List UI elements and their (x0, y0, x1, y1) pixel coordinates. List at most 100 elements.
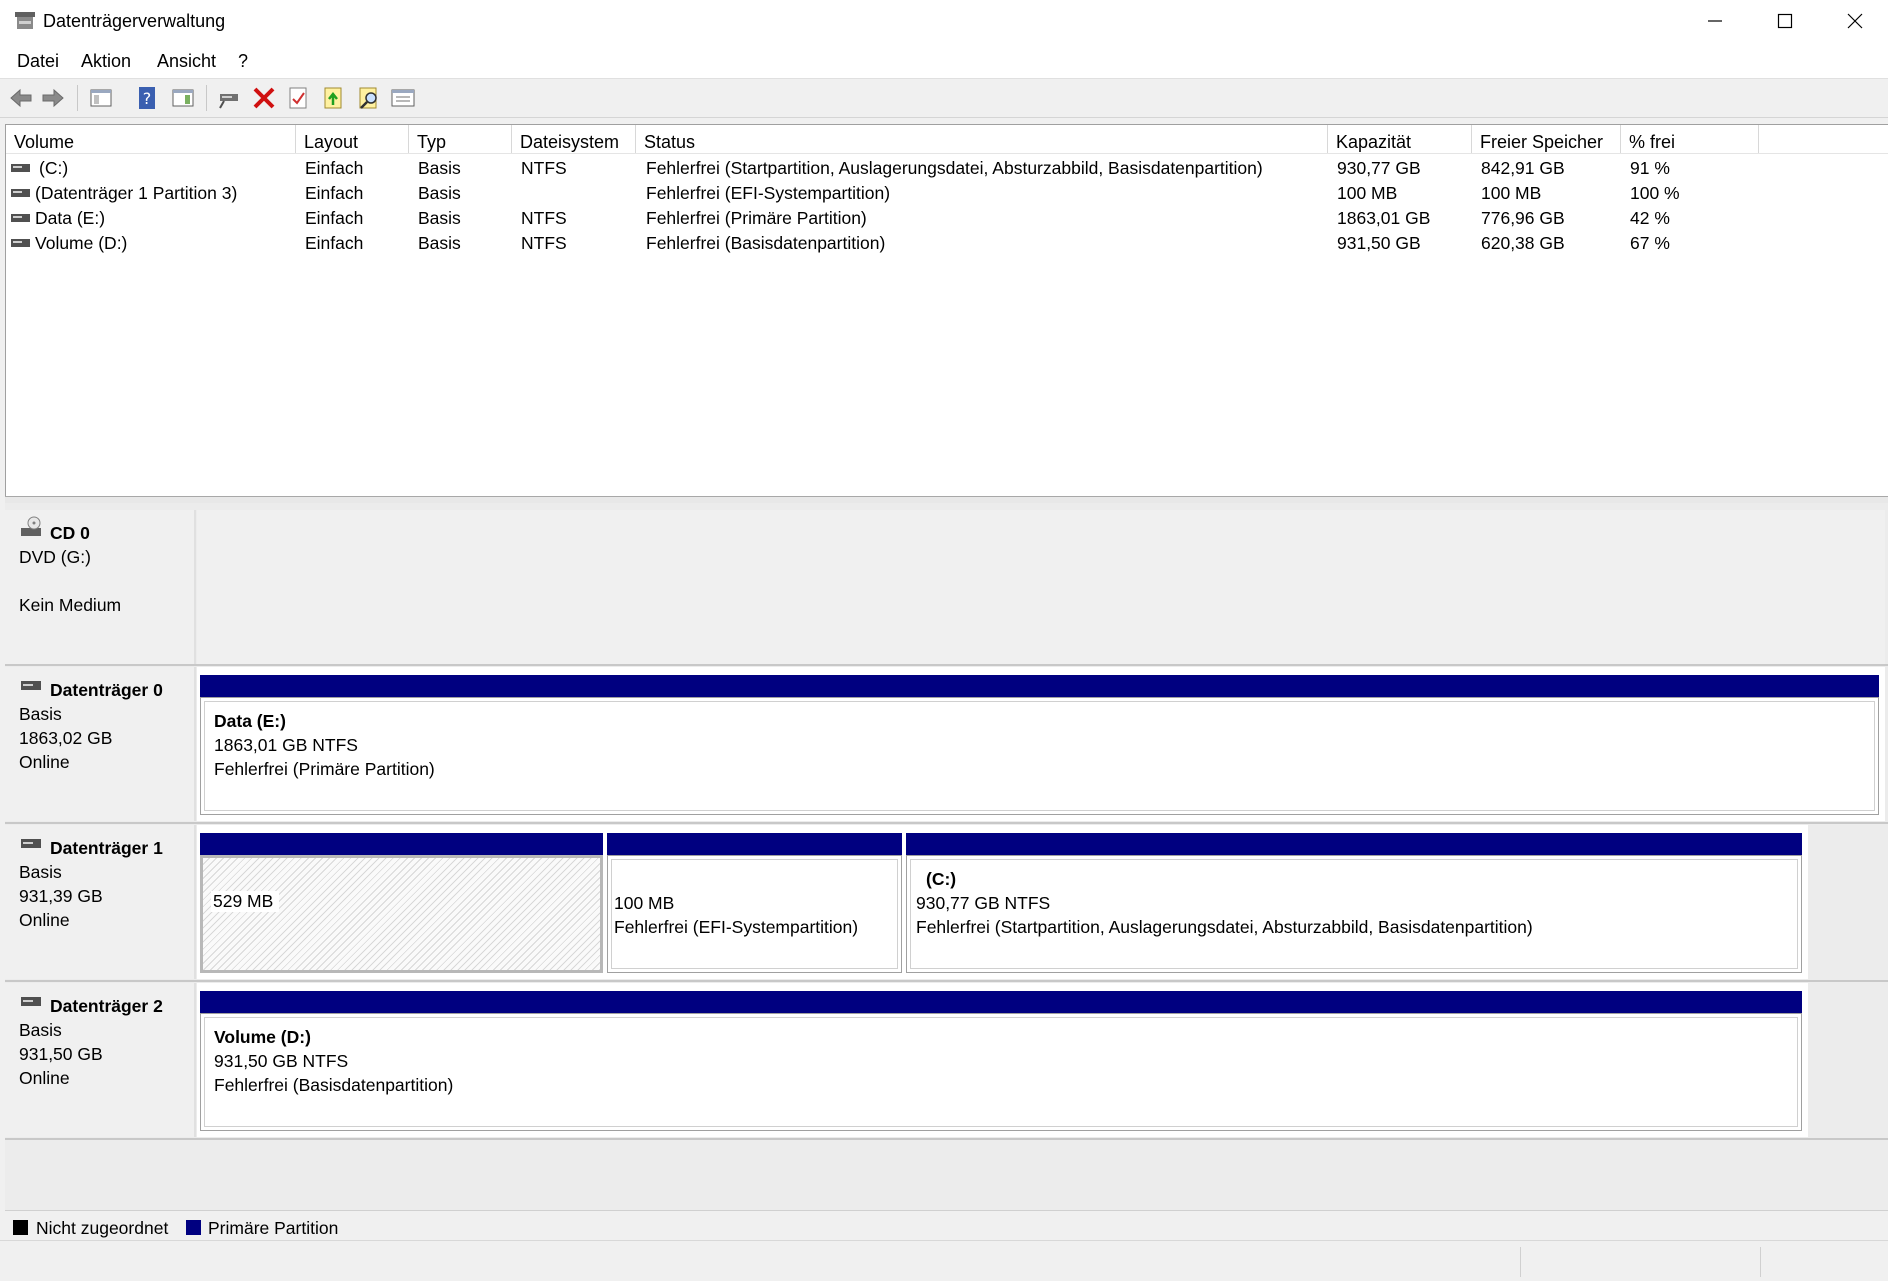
menu-ansicht[interactable]: Ansicht (157, 51, 216, 72)
disk-label-0[interactable]: Datenträger 0 Basis 1863,02 GB Online (5, 667, 196, 821)
disk-label-1[interactable]: Datenträger 1 Basis 931,39 GB Online (5, 825, 196, 979)
close-icon (1847, 13, 1863, 29)
volume-free-space: 100 MB (1481, 183, 1542, 203)
properties-icon (391, 89, 415, 107)
partition-inner-frame (910, 859, 1798, 969)
disk-label-cd0[interactable]: CD 0 DVD (G:) Kein Medium (5, 510, 196, 664)
menu-datei[interactable]: Datei (17, 51, 59, 72)
disk-name: CD 0 (50, 523, 90, 543)
column-header-status[interactable]: Status (636, 125, 1328, 153)
import-button[interactable] (321, 85, 347, 111)
properties-button[interactable] (390, 85, 416, 111)
toolbar-separator (206, 85, 207, 111)
volume-filesystem: NTFS (521, 158, 567, 178)
volume-row[interactable]: (C:) Einfach Basis NTFS Fehlerfrei (Star… (6, 156, 1888, 181)
console-tree-button[interactable] (88, 85, 114, 111)
partition-volume-d[interactable]: Volume (D:) 931,50 GB NTFS Fehlerfrei (B… (200, 1013, 1802, 1131)
partition-efi[interactable]: 100 MB Fehlerfrei (EFI-Systempartition) (607, 855, 902, 973)
minimize-button[interactable] (1680, 0, 1750, 42)
delete-button[interactable] (251, 85, 277, 111)
partition-title: (C:) (926, 869, 957, 889)
disk-separator (5, 822, 1888, 824)
partition-size: 529 MB (211, 891, 280, 912)
menu-help[interactable]: ? (238, 51, 248, 72)
volume-type: Basis (418, 183, 461, 203)
partition-status: Fehlerfrei (EFI-Systempartition) (614, 917, 859, 937)
column-header-layout[interactable]: Layout (296, 125, 409, 153)
volume-row[interactable]: (Datenträger 1 Partition 3) Einfach Basi… (6, 181, 1888, 206)
delete-icon (253, 87, 275, 109)
volume-free-space: 776,96 GB (1481, 208, 1565, 228)
primary-partition-bar (200, 833, 603, 855)
column-header-volume[interactable]: Volume (6, 125, 296, 153)
column-header-freier-speicher[interactable]: Freier Speicher (1472, 125, 1621, 153)
volume-layout: Einfach (305, 208, 364, 228)
volume-name: (C:) (39, 158, 69, 178)
maximize-icon (1777, 13, 1793, 29)
disk-label-2[interactable]: Datenträger 2 Basis 931,50 GB Online (5, 983, 196, 1137)
column-header-dateisystem[interactable]: Dateisystem (512, 125, 636, 153)
disk-status: Online (19, 1068, 70, 1088)
close-button[interactable] (1820, 0, 1888, 42)
primary-partition-bar (200, 991, 1802, 1013)
legend: Nicht zugeordnet Primäre Partition (5, 1210, 1888, 1241)
disk0-partition-area: Data (E:) 1863,01 GB NTFS Fehlerfrei (Pr… (197, 667, 1885, 821)
disk-status: Online (19, 752, 70, 772)
volume-percent-free: 100 % (1630, 183, 1680, 203)
column-header-kapazitaet[interactable]: Kapazität (1328, 125, 1472, 153)
volume-status: Fehlerfrei (Startpartition, Auslagerungs… (646, 158, 1263, 178)
window-title: Datenträgerverwaltung (43, 11, 226, 31)
column-header-typ[interactable]: Typ (409, 125, 512, 153)
primary-partition-bar (607, 833, 902, 855)
action-pane-icon (172, 89, 194, 107)
disk-media-status: Kein Medium (19, 595, 122, 615)
svg-text:?: ? (143, 89, 152, 108)
disk-type: Basis (19, 704, 62, 724)
search-icon (359, 87, 377, 109)
action-pane-button[interactable] (170, 85, 196, 111)
partition-inner-frame (611, 859, 898, 969)
forward-button[interactable] (40, 85, 66, 111)
disk-size: 931,50 GB (19, 1044, 103, 1064)
partition-title: Data (E:) (214, 711, 286, 731)
partition-size: 930,77 GB NTFS (916, 893, 1051, 913)
partition-recovery-529mb[interactable]: 529 MB (200, 855, 603, 973)
drive-icon (11, 164, 30, 172)
primary-partition-bar (906, 833, 1802, 855)
connect-drive-button[interactable] (216, 85, 242, 111)
help-button[interactable]: ? (134, 85, 160, 111)
menu-aktion[interactable]: Aktion (81, 51, 131, 72)
disk-name: Datenträger 2 (50, 996, 163, 1016)
back-icon (10, 88, 32, 108)
volume-row[interactable]: Data (E:) Einfach Basis NTFS Fehlerfrei … (6, 206, 1888, 231)
back-button[interactable] (8, 85, 34, 111)
disk-name: Datenträger 1 (50, 838, 163, 858)
drive-icon (11, 189, 30, 197)
primary-partition-bar (200, 675, 1879, 697)
volume-capacity: 930,77 GB (1337, 158, 1421, 178)
volume-status: Fehlerfrei (EFI-Systempartition) (646, 183, 891, 203)
volume-percent-free: 42 % (1630, 208, 1670, 228)
check-icon (289, 87, 307, 109)
disk-management-app-icon (15, 12, 35, 29)
volume-status: Fehlerfrei (Primäre Partition) (646, 208, 867, 228)
volume-layout: Einfach (305, 158, 364, 178)
disk-separator (5, 664, 1888, 666)
check-button[interactable] (286, 85, 312, 111)
partition-data-e[interactable]: Data (E:) 1863,01 GB NTFS Fehlerfrei (Pr… (200, 697, 1879, 815)
volume-percent-free: 91 % (1630, 158, 1670, 178)
volume-row[interactable]: Volume (D:) Einfach Basis NTFS Fehlerfre… (6, 231, 1888, 256)
maximize-button[interactable] (1750, 0, 1820, 42)
menu-bar: Datei Aktion Ansicht ? (0, 42, 1888, 79)
volume-layout: Einfach (305, 183, 364, 203)
search-button[interactable] (356, 85, 382, 111)
volume-capacity: 100 MB (1337, 183, 1398, 203)
partition-c[interactable]: (C:) 930,77 GB NTFS Fehlerfrei (Startpar… (906, 855, 1802, 973)
volume-percent-free: 67 % (1630, 233, 1670, 253)
volume-free-space: 842,91 GB (1481, 158, 1565, 178)
volume-type: Basis (418, 158, 461, 178)
drive-icon (11, 239, 30, 247)
disk-separator (5, 1138, 1888, 1140)
legend-label-primary: Primäre Partition (208, 1218, 339, 1238)
column-header-prozent-frei[interactable]: % frei (1621, 125, 1759, 153)
